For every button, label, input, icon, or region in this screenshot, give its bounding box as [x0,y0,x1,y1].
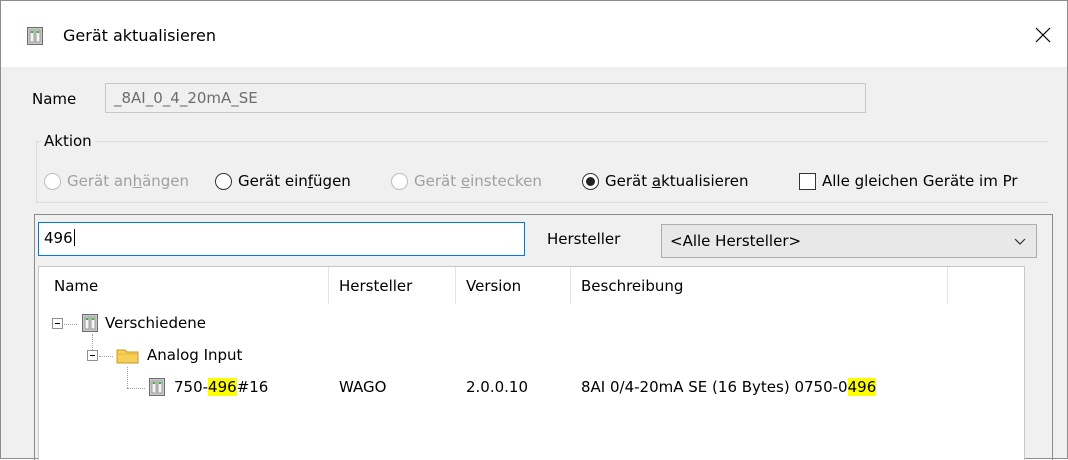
title-bar: Gerät aktualisieren [1,1,1067,67]
device-vendor[interactable]: WAGO [339,378,386,396]
radio-update-label: Gerät aktualisieren [605,172,749,190]
column-header-vendor[interactable]: Hersteller [339,267,412,304]
column-divider[interactable] [328,267,329,304]
device-icon [27,27,43,45]
radio-circle [215,172,232,190]
tree-node-label[interactable]: Verschiedene [105,314,206,332]
radio-update-device[interactable]: Gerät aktualisieren [582,170,748,192]
collapse-toggle[interactable] [52,318,63,329]
column-divider[interactable] [455,267,456,304]
update-device-dialog: Gerät aktualisieren Name _8AI_0_4_20mA_S… [0,0,1068,460]
close-button[interactable] [1025,17,1061,53]
close-icon [1035,27,1051,43]
radio-insert-device[interactable]: Gerät einfügen [215,170,351,192]
folder-icon [116,349,139,364]
all-same-devices-checkbox[interactable]: Alle gleichen Geräte im Pr [799,170,1018,192]
radio-dot [586,176,595,186]
tree-line [99,356,113,357]
action-legend: Aktion [41,132,95,150]
text-caret [73,229,75,246]
tree-line [127,367,128,388]
column-divider[interactable] [947,267,948,304]
dialog-title: Gerät aktualisieren [63,26,216,45]
name-field: _8AI_0_4_20mA_SE [105,83,866,113]
chevron-down-icon [1014,238,1026,245]
radio-append-device[interactable]: Gerät anhängen [44,170,189,192]
device-description[interactable]: 8AI 0/4-20mA SE (16 Bytes) 0750-0496 [581,378,877,396]
search-match-highlight: 496 [208,378,237,396]
search-match-highlight: 496 [847,378,877,396]
tree-line [92,334,93,350]
radio-circle [391,172,408,190]
tree-line [127,388,145,389]
device-icon [82,314,98,332]
search-value: 496 [44,229,73,247]
vendor-label: Hersteller [547,230,621,248]
checkbox-box [799,172,816,190]
vendor-selected: <Alle Hersteller> [670,232,802,250]
radio-plug-device[interactable]: Gerät einstecken [391,170,542,192]
radio-circle-checked [582,172,599,190]
tree-node-label[interactable]: Analog Input [147,346,242,364]
radio-append-label: Gerät anhängen [67,172,190,190]
column-divider[interactable] [570,267,571,304]
radio-insert-label: Gerät einfügen [238,172,351,190]
name-label: Name [32,90,77,108]
radio-circle [44,172,61,190]
search-input[interactable]: 496 [38,222,525,256]
column-header-description[interactable]: Beschreibung [581,267,683,304]
device-version[interactable]: 2.0.0.10 [466,378,528,396]
collapse-toggle[interactable] [87,350,98,361]
vendor-dropdown[interactable]: <Alle Hersteller> [661,224,1037,258]
device-icon [149,378,165,396]
column-header-name[interactable]: Name [54,267,98,304]
radio-plug-label: Gerät einstecken [414,172,542,190]
tree-line [64,324,77,325]
column-header-version[interactable]: Version [466,267,521,304]
all-same-devices-label: Alle gleichen Geräte im Pr [822,172,1018,190]
device-name[interactable]: 750-496#16 [174,378,268,396]
